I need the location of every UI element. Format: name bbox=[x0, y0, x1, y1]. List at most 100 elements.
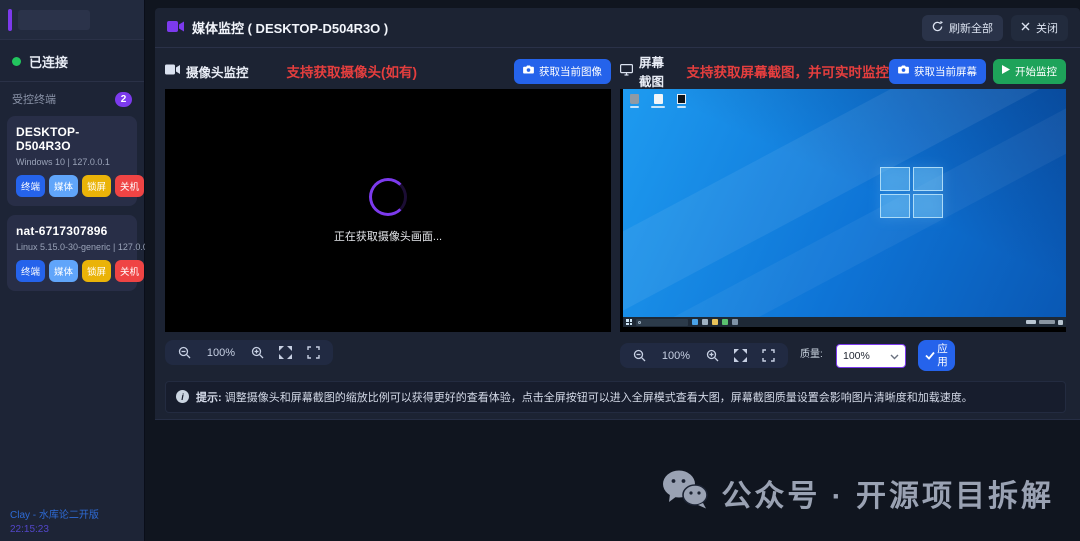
media-button[interactable]: 媒体 bbox=[49, 175, 78, 197]
loading-spinner-icon bbox=[369, 178, 407, 216]
accent-bar bbox=[8, 9, 12, 31]
connection-status: 已连接 bbox=[0, 40, 144, 82]
photo-camera-icon bbox=[898, 65, 909, 77]
terminals-row: 受控终端 2 bbox=[0, 82, 144, 116]
remote-screenshot bbox=[623, 89, 1066, 327]
screen-section: 屏幕截图 支持获取屏幕截图，并可实时监控 获取当前屏幕 bbox=[620, 58, 1066, 371]
start-monitor-button[interactable]: 开始监控 bbox=[993, 59, 1066, 84]
monitor-icon bbox=[620, 64, 633, 79]
camera-zoom-value: 100% bbox=[206, 347, 236, 359]
device-card-nat[interactable]: nat-6717307896 Linux 5.15.0-30-generic |… bbox=[7, 215, 137, 291]
panel-header: 媒体监控 ( DESKTOP-D504R3O ) 刷新全部 关闭 bbox=[155, 8, 1080, 48]
zoom-out-icon[interactable] bbox=[178, 346, 191, 359]
screen-zoom-toolbar: 100% bbox=[620, 343, 788, 368]
wechat-icon bbox=[662, 469, 708, 517]
camera-title-group: 摄像头监控 bbox=[165, 62, 249, 81]
windows-logo bbox=[880, 167, 943, 218]
device-card-desktop[interactable]: DESKTOP-D504R3O Windows 10 | 127.0.0.1 终… bbox=[7, 116, 137, 206]
sidebar-footer: Clay - 水库论二开版 22:15:23 bbox=[0, 498, 144, 541]
check-icon bbox=[925, 348, 935, 363]
close-icon bbox=[1021, 22, 1030, 34]
tip-label: 提示: bbox=[196, 392, 222, 404]
main-area: 媒体监控 ( DESKTOP-D504R3O ) 刷新全部 关闭 bbox=[145, 0, 1080, 541]
video-camera-icon bbox=[167, 20, 184, 36]
camera-loading-text: 正在获取摄像头画面... bbox=[334, 228, 442, 244]
camera-hint-text: 支持获取摄像头(如有) bbox=[287, 61, 418, 81]
clock-text: 22:15:23 bbox=[10, 524, 134, 535]
desktop-icon-document bbox=[651, 94, 665, 108]
quality-select[interactable]: 100% bbox=[836, 344, 906, 368]
zoom-in-icon[interactable] bbox=[251, 346, 264, 359]
watermark: 公众号 · 开源项目拆解 bbox=[662, 469, 1054, 517]
desktop-icon-terminal bbox=[677, 94, 686, 108]
screen-title: 屏幕截图 bbox=[639, 52, 665, 90]
desktop-icon-recycle-bin bbox=[630, 94, 639, 108]
apply-label: 应用 bbox=[937, 343, 949, 367]
taskbar-search bbox=[636, 319, 688, 326]
credit-link[interactable]: Clay - 水库论二开版 bbox=[10, 506, 134, 521]
screen-viewport[interactable] bbox=[620, 89, 1066, 332]
zoom-in-icon[interactable] bbox=[706, 349, 719, 362]
device-actions: 终端 媒体 锁屏 关机 bbox=[16, 260, 128, 282]
close-label: 关闭 bbox=[1036, 20, 1058, 36]
camera-icon bbox=[165, 64, 180, 78]
lockscreen-button[interactable]: 锁屏 bbox=[82, 260, 111, 282]
terminal-button[interactable]: 终端 bbox=[16, 175, 45, 197]
start-monitor-label: 开始监控 bbox=[1015, 64, 1057, 79]
fit-screen-icon[interactable] bbox=[734, 349, 747, 362]
camera-section-header: 摄像头监控 支持获取摄像头(如有) 获取当前图像 bbox=[165, 58, 611, 84]
chevron-down-icon bbox=[890, 347, 899, 365]
tip-bar: i 提示: 调整摄像头和屏幕截图的缩放比例可以获得更好的查看体验，点击全屏按钮可… bbox=[165, 381, 1066, 413]
refresh-label: 刷新全部 bbox=[949, 20, 993, 36]
photo-camera-icon bbox=[523, 65, 534, 77]
panel-title-group: 媒体监控 ( DESKTOP-D504R3O ) bbox=[167, 18, 388, 37]
connected-dot-icon bbox=[12, 57, 21, 66]
header-buttons: 刷新全部 关闭 bbox=[922, 15, 1068, 41]
app-root: 已连接 受控终端 2 DESKTOP-D504R3O Windows 10 | … bbox=[0, 0, 1080, 541]
connection-status-label: 已连接 bbox=[29, 52, 68, 71]
camera-title: 摄像头监控 bbox=[186, 62, 249, 81]
fullscreen-icon[interactable] bbox=[762, 349, 775, 362]
close-button[interactable]: 关闭 bbox=[1011, 15, 1068, 41]
device-name: nat-6717307896 bbox=[16, 224, 128, 238]
info-icon: i bbox=[176, 390, 189, 403]
media-monitor-panel: 媒体监控 ( DESKTOP-D504R3O ) 刷新全部 关闭 bbox=[155, 8, 1080, 420]
shutdown-button[interactable]: 关机 bbox=[115, 175, 144, 197]
quality-value: 100% bbox=[843, 350, 870, 362]
apply-button[interactable]: 应用 bbox=[918, 340, 955, 371]
terminals-count-badge: 2 bbox=[115, 92, 132, 107]
fullscreen-icon[interactable] bbox=[307, 346, 320, 359]
panel-content: 摄像头监控 支持获取摄像头(如有) 获取当前图像 bbox=[155, 48, 1080, 413]
watermark-text: 公众号 · 开源项目拆解 bbox=[721, 471, 1054, 515]
start-button-icon bbox=[626, 319, 632, 325]
screen-zoom-value: 100% bbox=[661, 350, 691, 362]
windows-desktop bbox=[623, 89, 1066, 317]
sidebar-header bbox=[0, 0, 144, 40]
app-logo bbox=[18, 10, 90, 30]
lockscreen-button[interactable]: 锁屏 bbox=[82, 175, 111, 197]
shutdown-button[interactable]: 关机 bbox=[115, 260, 144, 282]
camera-viewport[interactable]: 正在获取摄像头画面... bbox=[165, 89, 611, 332]
terminals-label: 受控终端 bbox=[12, 91, 56, 107]
screen-hint-text: 支持获取屏幕截图，并可实时监控 bbox=[687, 61, 890, 81]
refresh-all-button[interactable]: 刷新全部 bbox=[922, 15, 1003, 41]
screen-section-header: 屏幕截图 支持获取屏幕截图，并可实时监控 获取当前屏幕 bbox=[620, 58, 1066, 84]
tip-text: 提示: 调整摄像头和屏幕截图的缩放比例可以获得更好的查看体验，点击全屏按钮可以进… bbox=[196, 389, 973, 405]
windows-taskbar bbox=[623, 317, 1066, 327]
media-button[interactable]: 媒体 bbox=[49, 260, 78, 282]
capture-screen-label: 获取当前屏幕 bbox=[914, 64, 977, 79]
terminal-button[interactable]: 终端 bbox=[16, 260, 45, 282]
device-meta: Linux 5.15.0-30-generic | 127.0.0.1 bbox=[16, 242, 128, 252]
camera-zoom-toolbar: 100% bbox=[165, 340, 333, 365]
quality-label: 质量: bbox=[800, 349, 824, 362]
refresh-icon bbox=[932, 21, 943, 35]
play-icon bbox=[1002, 65, 1010, 77]
zoom-out-icon[interactable] bbox=[633, 349, 646, 362]
capture-image-button[interactable]: 获取当前图像 bbox=[514, 59, 611, 84]
page-title: 媒体监控 ( DESKTOP-D504R3O ) bbox=[192, 18, 388, 37]
capture-screen-button[interactable]: 获取当前屏幕 bbox=[889, 59, 986, 84]
fit-screen-icon[interactable] bbox=[279, 346, 292, 359]
camera-loading: 正在获取摄像头画面... bbox=[334, 178, 442, 244]
device-name: DESKTOP-D504R3O bbox=[16, 125, 128, 153]
screen-title-group: 屏幕截图 bbox=[620, 52, 665, 90]
